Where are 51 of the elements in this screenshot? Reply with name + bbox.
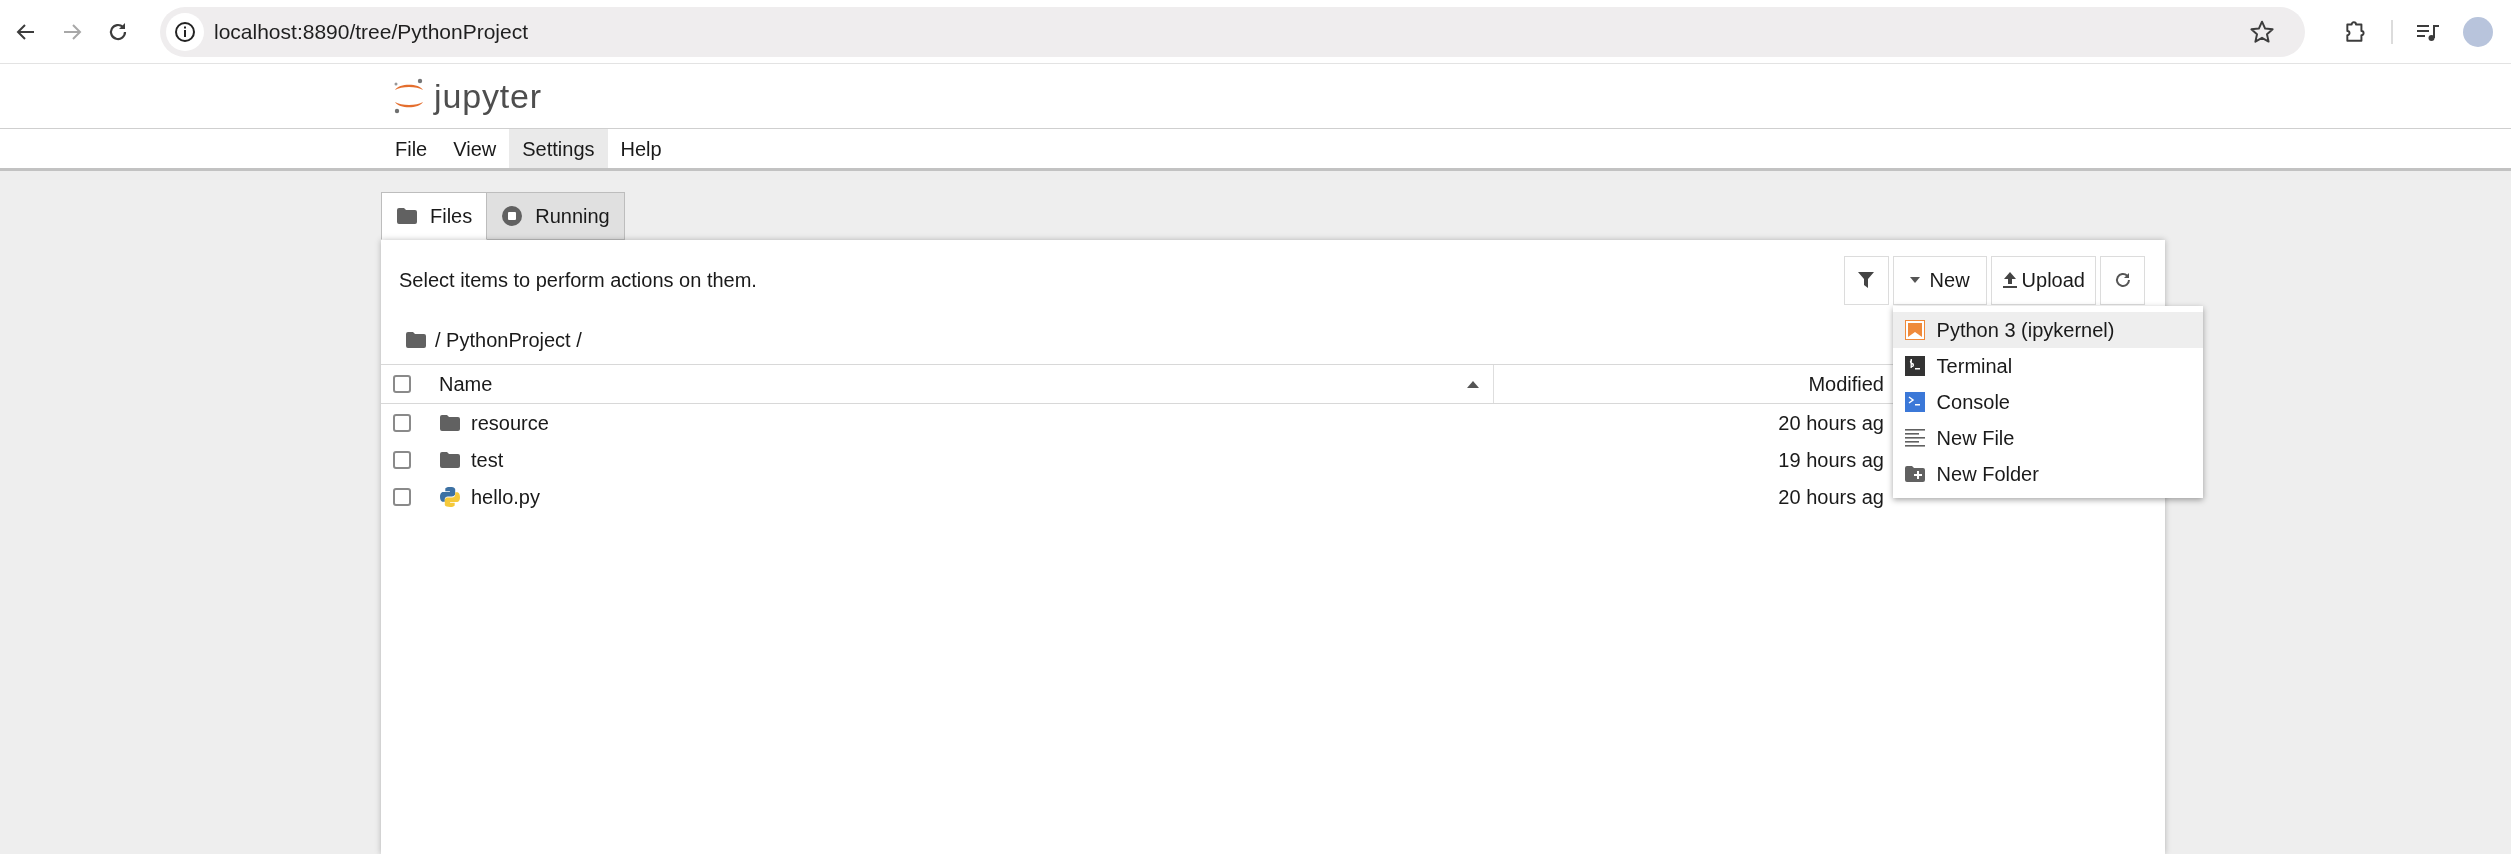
url-text: localhost:8890/tree/PythonProject xyxy=(214,18,529,45)
console-icon xyxy=(1904,391,1925,412)
folder-icon xyxy=(396,207,418,225)
sort-ascending-icon xyxy=(1467,380,1479,388)
new-button[interactable]: New xyxy=(1892,255,1987,305)
caret-icon xyxy=(1909,277,1920,283)
checkbox[interactable] xyxy=(393,487,411,506)
new-folder-icon xyxy=(1904,464,1925,483)
file-name[interactable]: hello.py xyxy=(471,481,540,512)
folder-icon xyxy=(405,331,427,349)
jupyter-logo-icon xyxy=(392,76,426,116)
address-bar[interactable]: localhost:8890/tree/PythonProject xyxy=(160,6,2305,57)
tab[interactable]: Files xyxy=(381,192,488,240)
column-header[interactable]: Name xyxy=(439,369,1467,399)
info-icon[interactable] xyxy=(174,20,196,43)
menu-item[interactable]: File xyxy=(382,129,441,168)
stop-circle-icon xyxy=(501,205,524,227)
tab[interactable]: Running xyxy=(487,192,625,240)
text-file-icon xyxy=(1904,428,1925,447)
menu-item[interactable]: View xyxy=(440,129,510,168)
menu-item[interactable]: Help xyxy=(607,129,675,168)
modified-time: 20 hours ag xyxy=(1778,410,1884,436)
filter-button[interactable] xyxy=(1843,255,1889,305)
star-icon[interactable] xyxy=(2249,18,2275,45)
hint-text: Select items to perform actions on them. xyxy=(399,268,758,293)
dropdown-item[interactable]: Console xyxy=(1892,383,2203,420)
file-name[interactable]: test xyxy=(471,444,504,475)
dropdown-item[interactable]: Terminal xyxy=(1892,347,2203,384)
column-header[interactable]: Modified xyxy=(1808,369,1884,399)
upload-button[interactable]: Upload xyxy=(1990,255,2096,305)
checkbox[interactable] xyxy=(393,413,411,432)
refresh-button[interactable] xyxy=(2100,255,2145,305)
breadcrumb[interactable]: / PythonProject / xyxy=(435,325,582,355)
dropdown-item[interactable]: New File xyxy=(1892,419,2203,456)
menu-item[interactable]: Settings xyxy=(509,129,608,168)
terminal-icon xyxy=(1904,355,1925,376)
python-icon xyxy=(439,485,461,508)
modified-time: 20 hours ag xyxy=(1778,484,1884,510)
folder-icon xyxy=(439,450,461,469)
dropdown-item[interactable]: Python 3 (ipykernel) xyxy=(1892,311,2203,348)
checkbox[interactable] xyxy=(393,375,411,393)
file-name[interactable]: resource xyxy=(471,407,549,438)
upload-icon xyxy=(2001,271,2018,289)
filter-icon xyxy=(1857,271,1876,289)
refresh-icon xyxy=(2113,271,2132,289)
modified-time: 19 hours ag xyxy=(1778,447,1884,473)
dropdown-item[interactable]: New Folder xyxy=(1892,455,2203,492)
logo-text: jupyter xyxy=(434,79,542,113)
checkbox[interactable] xyxy=(393,450,411,469)
notebook-icon xyxy=(1904,319,1925,340)
folder-icon xyxy=(439,413,461,432)
